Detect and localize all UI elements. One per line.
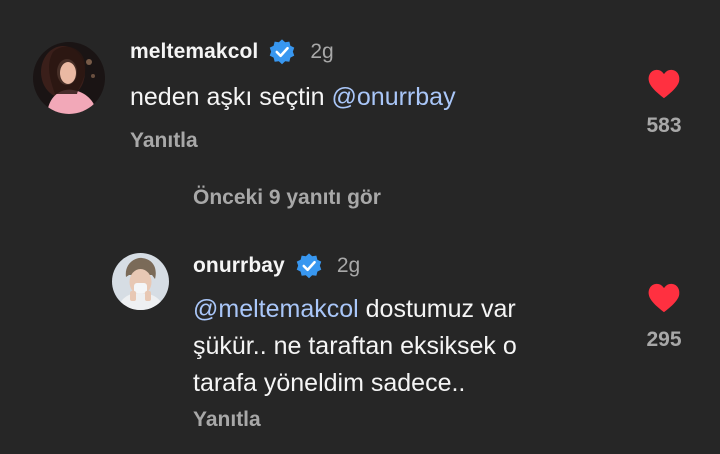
comment-text: neden aşkı seçtin @onurrbay [130,79,456,116]
avatar[interactable] [112,253,169,310]
username[interactable]: meltemakcol [130,40,258,64]
timestamp: 2g [336,254,361,277]
avatar[interactable] [33,42,105,114]
like-count: 295 [646,328,682,351]
heart-icon[interactable] [647,282,681,314]
profile-photo-icon [33,42,105,114]
comment-text: @meltemakcol dostumuz var şükür.. ne tar… [193,291,517,402]
like-group: 295 [634,282,694,352]
verified-badge-icon [268,38,296,66]
comment-body-line-1: dostumuz var [358,295,516,323]
view-previous-replies-button[interactable]: Önceki 9 yanıtı gör [193,186,381,210]
comment-body-line-3: tarafa yöneldim sadece.. [193,369,466,397]
heart-icon[interactable] [647,68,681,100]
mention-link[interactable]: @onurrbay [332,83,456,111]
username[interactable]: onurrbay [193,254,285,278]
comment-body-line-2: şükür.. ne taraftan eksiksek o [193,332,517,360]
profile-photo-icon [112,253,169,310]
like-group: 583 [634,68,694,138]
mention-link[interactable]: @meltemakcol [193,295,359,323]
comment-header: onurrbay 2g [193,252,360,280]
verified-badge-icon [295,252,323,280]
comment-body: neden aşkı seçtin [130,83,332,111]
timestamp: 2g [310,40,334,63]
comment-header: meltemakcol 2g [130,38,334,66]
reply-button[interactable]: Yanıtla [130,129,198,153]
reply-button[interactable]: Yanıtla [193,408,261,432]
like-count: 583 [646,114,682,137]
